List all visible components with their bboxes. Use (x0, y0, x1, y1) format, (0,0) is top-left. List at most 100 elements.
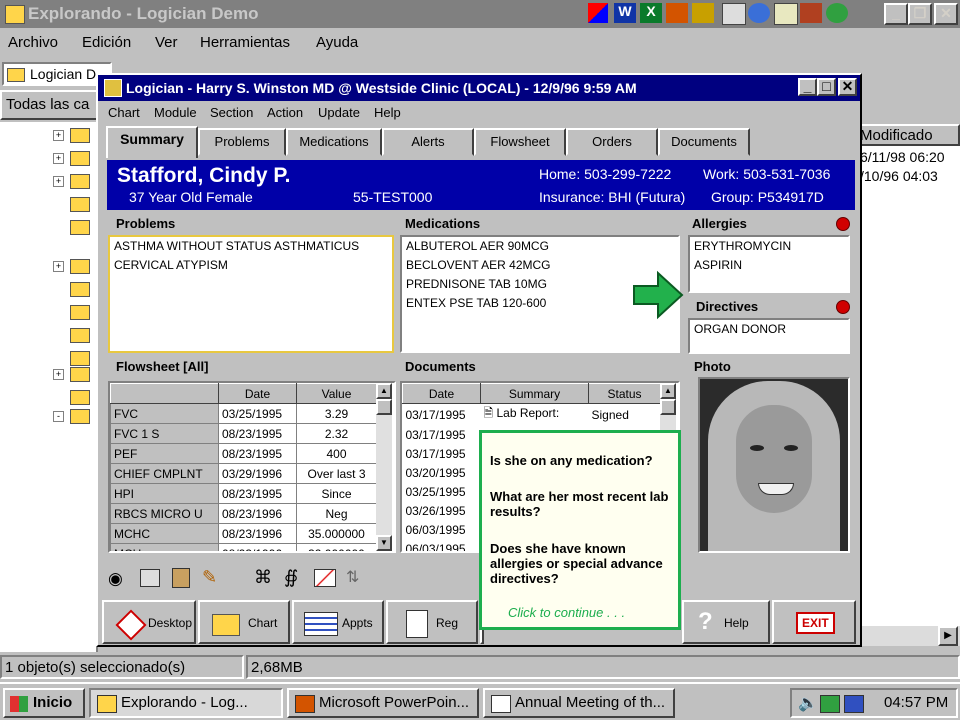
menu-action[interactable]: Action (267, 105, 303, 120)
list-item[interactable]: ASTHMA WITHOUT STATUS ASTHMATICUS (110, 237, 392, 256)
list-item[interactable]: ASPIRIN (690, 256, 848, 275)
tab-alerts[interactable]: Alerts (382, 128, 474, 156)
folder-icon[interactable] (70, 128, 90, 143)
tab-summary[interactable]: Summary (106, 126, 198, 158)
reg-button[interactable]: Reg (386, 600, 478, 644)
start-button[interactable]: Inicio (3, 688, 85, 718)
list-item[interactable]: ALBUTEROL AER 90MCG (402, 237, 678, 256)
table-row[interactable]: FVC 1 S 08/23/1995 2.32 (110, 423, 377, 444)
scroll-thumb[interactable] (660, 399, 676, 415)
hierarchy-icon[interactable]: ⌘ (254, 567, 272, 588)
tree-collapse-icon[interactable]: - (53, 411, 64, 422)
word-icon[interactable]: W (614, 3, 636, 23)
chart-button[interactable]: Chart (198, 600, 290, 644)
menu-ver[interactable]: Ver (155, 34, 178, 51)
tree-expand-icon[interactable]: + (53, 153, 64, 164)
table-row[interactable]: MCH08/23/199632.000000 (110, 543, 377, 551)
minimize-button[interactable]: _ (884, 3, 908, 25)
scroll-thumb[interactable] (376, 399, 392, 415)
documents-header-date[interactable]: Date (402, 383, 481, 404)
browser-icon[interactable] (748, 3, 770, 23)
excel-icon[interactable]: X (640, 3, 662, 23)
table-row[interactable]: 03/17/1995 🗎 Lab Report: Signed (403, 404, 661, 426)
pencil-icon[interactable]: ✎ (202, 567, 217, 588)
folder-icon[interactable] (70, 282, 90, 297)
quick-icon[interactable] (588, 3, 608, 23)
documents-header-status[interactable]: Status (588, 383, 661, 404)
flowsheet-scrollbar[interactable]: ▲ ▼ (376, 383, 392, 551)
print-icon[interactable] (140, 569, 160, 587)
taskbar-item-explorer[interactable]: Explorando - Log... (89, 688, 283, 718)
tree-expand-icon[interactable]: + (53, 176, 64, 187)
network-icon[interactable] (820, 695, 840, 713)
tools-icon[interactable] (692, 3, 714, 23)
tab-orders[interactable]: Orders (566, 128, 658, 156)
tree-expand-icon[interactable]: + (53, 130, 64, 141)
folder-icon[interactable] (70, 174, 90, 189)
table-row[interactable]: HPI 08/23/1995 Since (110, 483, 377, 504)
folder-icon[interactable] (70, 197, 90, 212)
tree-expand-icon[interactable]: + (53, 261, 64, 272)
logician-minimize-button[interactable]: _ (798, 78, 817, 96)
list-item[interactable]: ERYTHROMYCIN (690, 237, 848, 256)
taskbar-item-annual-meeting[interactable]: Annual Meeting of th... (483, 688, 675, 718)
table-row[interactable]: PEF 08/23/1995 400 (110, 443, 377, 464)
clipboard-icon[interactable] (172, 568, 190, 588)
graph-icon[interactable] (314, 569, 336, 587)
directives-list[interactable]: ORGAN DONOR (688, 318, 850, 354)
tab-problems[interactable]: Problems (198, 128, 286, 156)
help-button[interactable]: ? Help (682, 600, 770, 644)
folder-icon[interactable] (70, 367, 90, 382)
tab-flowsheet[interactable]: Flowsheet (474, 128, 566, 156)
logician-close-button[interactable]: ✕ (838, 78, 857, 96)
taskbar-item-powerpoint[interactable]: Microsoft PowerPoin... (287, 688, 479, 718)
list-item[interactable]: CERVICAL ATYPISM (110, 256, 392, 275)
desktop-button[interactable]: Desktop (102, 600, 196, 644)
table-row[interactable]: RBCS MICRO U 08/23/1996 Neg (110, 503, 377, 524)
close-button[interactable]: ✕ (934, 3, 958, 25)
find-icon[interactable] (722, 3, 746, 25)
tree-expand-icon[interactable]: + (53, 369, 64, 380)
table-row[interactable]: MCHC 08/23/1996 35.000000 (110, 523, 377, 544)
folder-icon[interactable] (70, 328, 90, 343)
tutorial-callout[interactable]: Is she on any medication? What are her m… (479, 430, 681, 630)
sort-icon[interactable]: ⇅ (346, 567, 359, 587)
powerpoint-icon[interactable] (666, 3, 688, 23)
list-item[interactable]: ORGAN DONOR (690, 320, 848, 339)
appts-button[interactable]: Appts (292, 600, 384, 644)
tab-documents[interactable]: Documents (658, 128, 750, 156)
folder-icon[interactable] (70, 220, 90, 235)
people-icon[interactable] (800, 3, 822, 23)
continue-link[interactable]: Click to continue . . . (508, 605, 694, 620)
logician-maximize-button[interactable]: □ (817, 78, 836, 96)
folder-icon[interactable] (70, 390, 90, 405)
menu-archivo[interactable]: Archivo (8, 34, 58, 51)
tab-medications[interactable]: Medications (286, 128, 382, 156)
menu-chart[interactable]: Chart (108, 105, 140, 120)
scroll-right-icon[interactable]: ▶ (938, 626, 958, 646)
explorer-titlebar[interactable]: Explorando - Logician Demo W X _ ❐ ✕ (0, 0, 960, 28)
menu-edicion[interactable]: Edición (82, 34, 131, 51)
logician-titlebar[interactable]: Logician - Harry S. Winston MD @ Westsid… (98, 75, 860, 101)
documents-header-summary[interactable]: Summary (480, 383, 589, 404)
scroll-up-icon[interactable]: ▲ (660, 383, 676, 399)
folder-icon[interactable] (70, 305, 90, 320)
allergies-list[interactable]: ERYTHROMYCIN ASPIRIN (688, 235, 850, 293)
menu-help[interactable]: Help (374, 105, 401, 120)
menu-herramientas[interactable]: Herramientas (200, 34, 290, 51)
folder-icon[interactable] (70, 259, 90, 274)
monitor-icon[interactable] (844, 695, 864, 713)
table-row[interactable]: CHIEF CMPLNT 03/29/1996 Over last 3 (110, 463, 377, 484)
column-modified[interactable]: Modificado (860, 127, 933, 144)
menu-ayuda[interactable]: Ayuda (316, 34, 358, 51)
restore-button[interactable]: ❐ (908, 3, 932, 25)
clock[interactable]: 04:57 PM (884, 694, 948, 711)
flowsheet-header-value[interactable]: Value (296, 383, 377, 404)
folder-icon[interactable] (70, 351, 90, 366)
menu-module[interactable]: Module (154, 105, 197, 120)
globe-icon[interactable] (826, 3, 848, 23)
horizontal-scrollbar[interactable]: ▶ (856, 626, 960, 646)
exit-button[interactable]: EXIT (772, 600, 856, 644)
folder-icon[interactable] (70, 151, 90, 166)
flowsheet-grid[interactable]: Date Value FVC 03/25/1995 3.29 FVC 1 S 08/2… (108, 381, 396, 553)
